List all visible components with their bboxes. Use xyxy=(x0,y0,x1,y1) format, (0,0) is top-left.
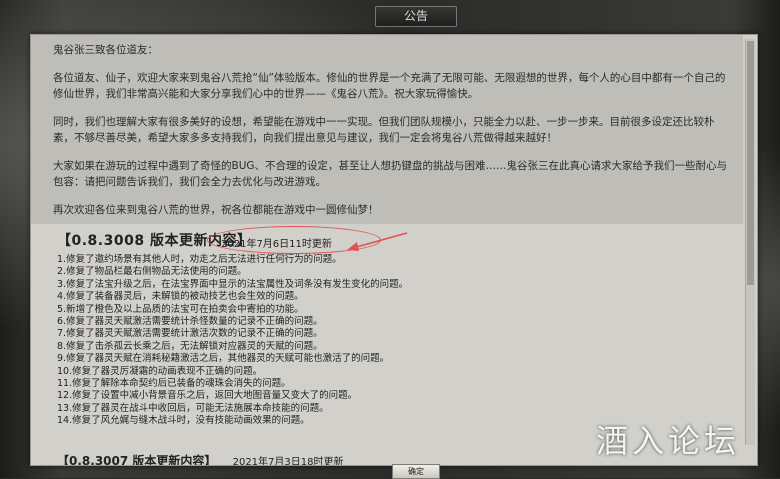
change-item: 4.修复了装备器灵后，未解锁的被动技艺也会生效的问题。 xyxy=(57,291,304,303)
previous-update-version: 【0.8.3007 版本更新内容】 xyxy=(57,453,217,465)
vertical-scrollbar[interactable] xyxy=(745,39,755,445)
announcement-dialog: 鬼谷张三致各位道友： 各位道友、仙子，欢迎大家来到鬼谷八荒抢“仙”体验版本。修仙… xyxy=(30,34,758,466)
greeting-salutation: 鬼谷张三致各位道友： xyxy=(53,44,158,56)
change-item: 1.修复了邀约场景有其他人时，劝走之后无法进行任何行为的问题。 xyxy=(57,254,342,265)
dialog-title: 公告 xyxy=(375,6,457,27)
change-item: 3.修复了法宝升级之后，在法宝界面中显示的法宝属性及词条没有发生变化的问题。 xyxy=(57,278,409,290)
change-item: 12.修复了设置中减小背景音乐之后，返回大地图音量又变大了的问题。 xyxy=(57,390,358,402)
update-section: 【0.8.3008 版本更新内容】 2021年7月6日11时更新 1.修复了邀约… xyxy=(31,224,743,428)
change-item: 6.修复了器灵天赋激活需要统计杀怪数量的记录不正确的问题。 xyxy=(57,316,323,328)
previous-update-date: 2021年7月3日18时更新 xyxy=(232,456,344,465)
greeting-paragraph: 再次欢迎各位来到鬼谷八荒的世界，祝各位都能在游戏中一圆修仙梦！ xyxy=(53,204,379,216)
change-item: 11.修复了解除本命契约后已装备的魂珠会消失的问题。 xyxy=(57,378,291,390)
change-list: 1.修复了邀约场景有其他人时，劝走之后无法进行任何行为的问题。 2.修复了物品栏… xyxy=(57,254,743,428)
greeting-paragraph: 大家如果在游玩的过程中遇到了奇怪的BUG、不合理的设定，甚至让人想扔键盘的挑战与… xyxy=(53,160,728,188)
change-item: 7.修复了器灵天赋激活需要统计激活次数的记录不正确的问题。 xyxy=(57,328,323,340)
change-item: 8.修复了击杀孤云长乘之后，无法解锁对应器灵的天赋的问题。 xyxy=(57,340,323,352)
change-item: 10.修复了器灵厉凝霜的动画表现不正确的问题。 xyxy=(57,365,263,377)
greeting-section: 鬼谷张三致各位道友： 各位道友、仙子，欢迎大家来到鬼谷八荒抢“仙”体验版本。修仙… xyxy=(31,35,743,224)
scrollbar-thumb[interactable] xyxy=(747,41,754,285)
change-item: 9.修复了器灵天赋在消耗秘籍激活之后，其他器灵的天赋可能也激活了的问题。 xyxy=(57,353,390,365)
change-item: 13.修复了器灵在战斗中收回后，可能无法施展本命技能的问题。 xyxy=(57,402,329,414)
forum-watermark: 酒入论坛 xyxy=(596,422,741,460)
greeting-paragraph: 各位道友、仙子，欢迎大家来到鬼谷八荒抢“仙”体验版本。修仙的世界是一个充满了无限… xyxy=(53,72,726,100)
annotation-arrow-icon xyxy=(347,232,408,251)
change-item: 5.新增了橙色及以上品质的法宝可在拍卖会中寄拍的功能。 xyxy=(57,303,304,315)
confirm-button[interactable]: 确定 xyxy=(392,464,440,479)
greeting-paragraph: 同时，我们也理解大家有很多美好的设想，希望能在游戏中一一实现。但我们团队规模小，… xyxy=(53,116,715,144)
change-item: 2.修复了物品栏最右侧物品无法使用的问题。 xyxy=(57,266,247,278)
